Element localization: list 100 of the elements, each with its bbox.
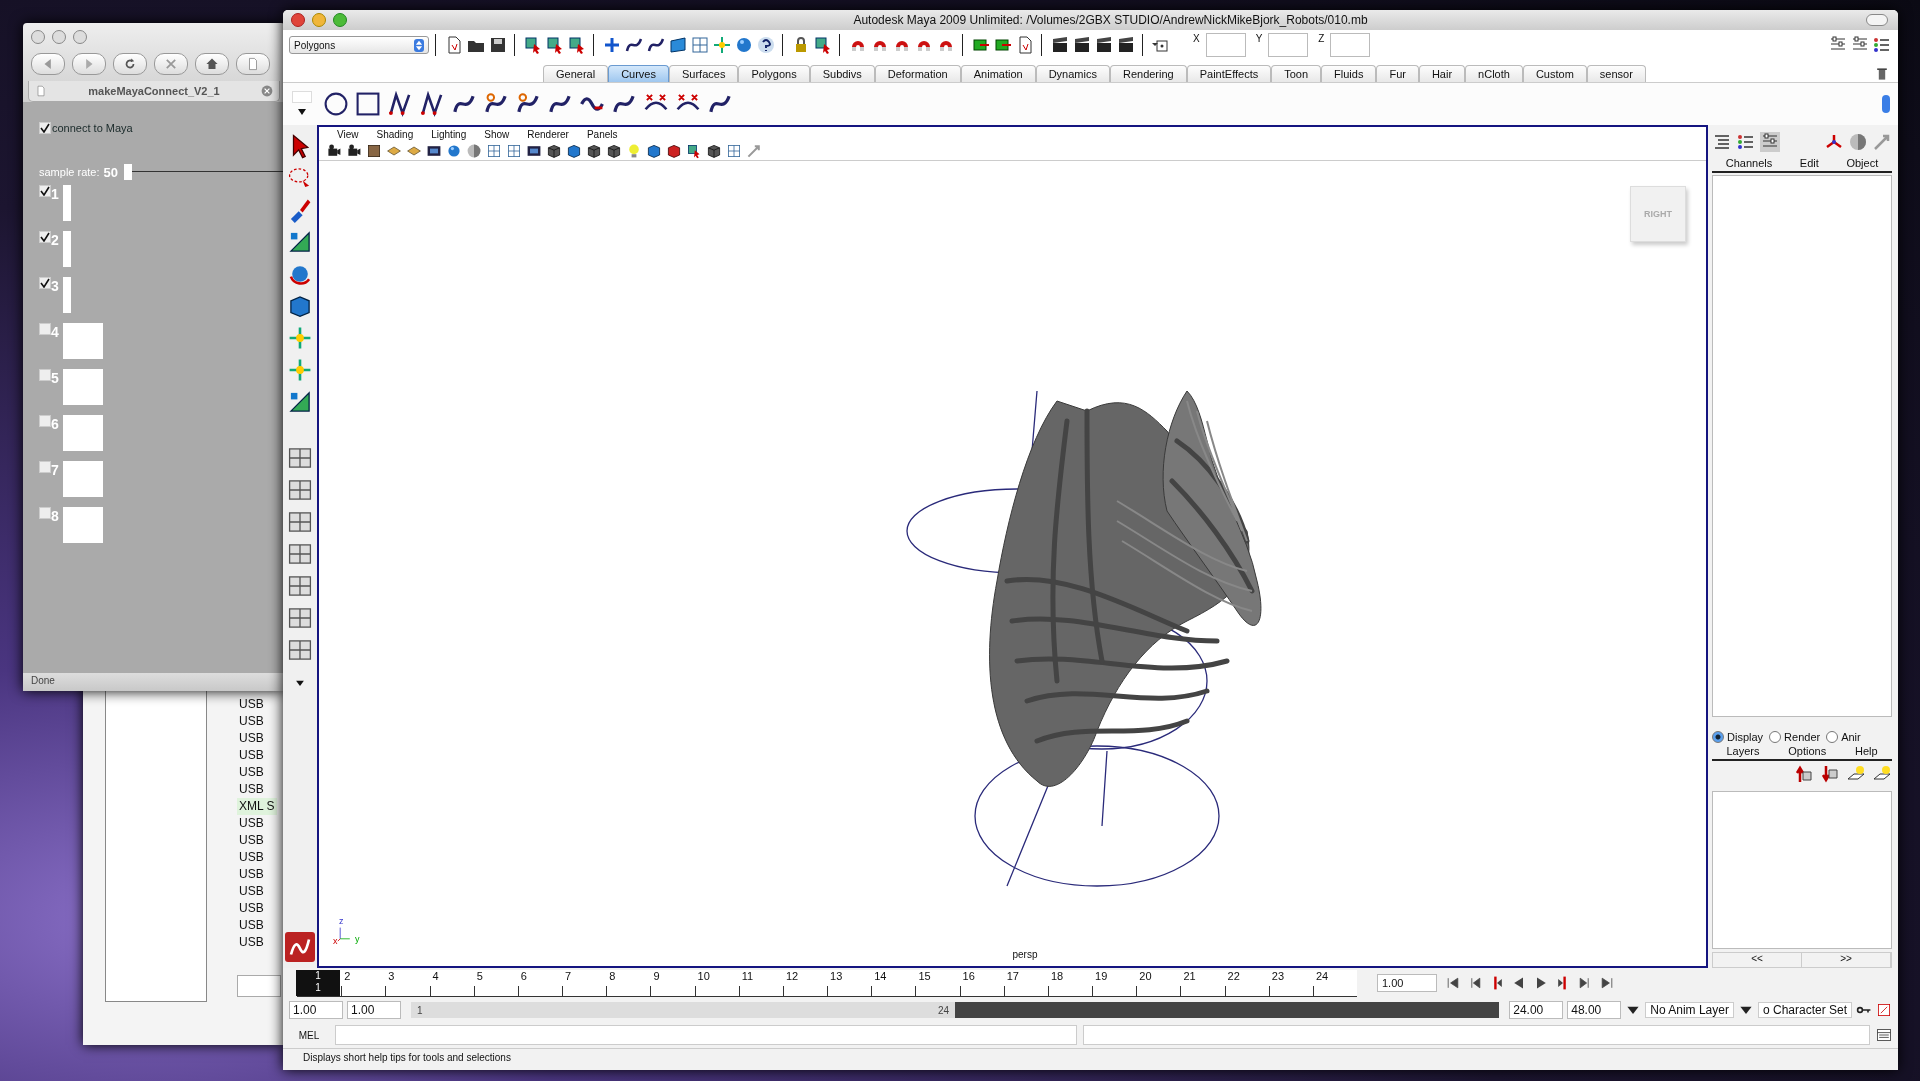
- help-icon[interactable]: [756, 35, 776, 55]
- move-icon[interactable]: [712, 35, 732, 55]
- cube-icon[interactable]: [605, 143, 623, 159]
- browser-tab[interactable]: makeMayaConnect_V2_1: [28, 81, 280, 102]
- plus-icon[interactable]: [602, 35, 622, 55]
- close-icon[interactable]: [261, 85, 273, 97]
- cv-curve-icon[interactable]: [387, 91, 413, 117]
- shelf-tab[interactable]: Dynamics: [1035, 65, 1110, 82]
- forward-button[interactable]: [72, 53, 106, 75]
- list-item[interactable]: USB: [237, 713, 266, 730]
- move-icon[interactable]: [287, 357, 313, 383]
- list-item[interactable]: USB: [237, 917, 266, 934]
- grid-icon[interactable]: [485, 143, 503, 159]
- layout-icon[interactable]: [287, 477, 313, 503]
- layer-down-icon[interactable]: [1820, 764, 1840, 784]
- shelf-tab[interactable]: Custom: [1522, 65, 1587, 82]
- page-button[interactable]: >>: [1802, 953, 1891, 967]
- shelf-tab[interactable]: Animation: [960, 65, 1036, 82]
- shelf-tab[interactable]: PaintEffects: [1186, 65, 1272, 82]
- list-item[interactable]: USB: [237, 815, 266, 832]
- menu-item[interactable]: Renderer: [527, 129, 569, 140]
- list-icon[interactable]: [1712, 132, 1732, 152]
- checkbox[interactable]: [39, 231, 51, 243]
- toolbar-toggle-button[interactable]: [1866, 14, 1888, 26]
- cube-icon[interactable]: [565, 143, 583, 159]
- cube-icon[interactable]: [705, 143, 723, 159]
- back-button[interactable]: [31, 53, 65, 75]
- range-slider[interactable]: 1 24: [411, 1002, 1500, 1018]
- go-to-start-icon[interactable]: [1445, 975, 1461, 991]
- down-arrow-icon[interactable]: [296, 107, 308, 117]
- book-icon[interactable]: [365, 143, 383, 159]
- input-field[interactable]: [1330, 33, 1371, 57]
- scrollbar[interactable]: [1882, 95, 1890, 113]
- range-slider-bar[interactable]: 1 24: [411, 1002, 956, 1018]
- anim-layer-dropdown[interactable]: No Anim Layer: [1645, 1002, 1734, 1018]
- list-item[interactable]: USB: [237, 849, 266, 866]
- checkbox[interactable]: [39, 185, 51, 197]
- cube-icon[interactable]: [585, 143, 603, 159]
- reload-button[interactable]: [113, 53, 147, 75]
- cube-icon[interactable]: [545, 143, 563, 159]
- command-input-field[interactable]: [335, 1025, 1077, 1045]
- menu-item[interactable]: Show: [484, 129, 510, 140]
- radio-button[interactable]: [1826, 731, 1839, 743]
- layout-icon[interactable]: [287, 605, 313, 631]
- menu-item[interactable]: Edit: [1799, 157, 1819, 169]
- cube-icon[interactable]: [287, 293, 313, 319]
- checkbox[interactable]: [39, 277, 51, 289]
- cube-icon[interactable]: [645, 143, 663, 159]
- shelf-tab[interactable]: Hair: [1418, 65, 1466, 82]
- grid-icon[interactable]: [725, 143, 743, 159]
- radio-button[interactable]: [1769, 731, 1782, 743]
- logo-icon[interactable]: [285, 932, 315, 962]
- time-slider[interactable]: 1 1 2 3 4 5 6 7 8 9 10 11 12 13 14 15 16 17 18 19 20 21 22 23 24: [297, 969, 1357, 997]
- layout-icon[interactable]: [287, 541, 313, 567]
- menu-item[interactable]: Layers: [1726, 745, 1760, 757]
- menu-item[interactable]: Lighting: [431, 129, 467, 140]
- checkbox[interactable]: [39, 122, 51, 134]
- list-icon[interactable]: [1736, 132, 1756, 152]
- square-icon[interactable]: [355, 91, 381, 117]
- scale-icon[interactable]: [287, 389, 313, 415]
- film-icon[interactable]: [425, 143, 443, 159]
- shelf-tab[interactable]: Curves: [608, 65, 669, 82]
- shelf-tab[interactable]: Fur: [1376, 65, 1419, 82]
- cube-icon[interactable]: [665, 143, 683, 159]
- shelf-tab[interactable]: Toon: [1271, 65, 1322, 82]
- list-item[interactable]: USB: [237, 900, 266, 917]
- console-icon[interactable]: [1876, 1027, 1892, 1043]
- input-field[interactable]: [1268, 33, 1309, 57]
- clapperboard-icon[interactable]: [1116, 35, 1136, 55]
- menu-item[interactable]: Panels: [586, 129, 618, 140]
- shelf-tab[interactable]: sensor: [1586, 65, 1646, 82]
- shelf-tab[interactable]: Surfaces: [669, 65, 739, 82]
- list-item[interactable]: USB: [237, 730, 266, 747]
- clapperboard-icon[interactable]: [1072, 35, 1092, 55]
- shelf-tab[interactable]: Subdivs: [809, 65, 875, 82]
- zoom-button[interactable]: [73, 30, 87, 44]
- home-button[interactable]: [195, 53, 229, 75]
- go-to-end-icon[interactable]: [1599, 975, 1615, 991]
- list-item[interactable]: XML S: [237, 798, 277, 815]
- character-set-dropdown[interactable]: o Character Set: [1757, 1002, 1852, 1018]
- shelf-tab[interactable]: General: [543, 65, 609, 82]
- menu-item[interactable]: View: [337, 129, 359, 140]
- playback-start-field[interactable]: 1.00: [347, 1001, 401, 1019]
- stop-button[interactable]: [154, 53, 188, 75]
- layer-up-icon[interactable]: [1794, 764, 1814, 784]
- slider-thumb[interactable]: [124, 164, 132, 180]
- input-field[interactable]: [237, 975, 281, 997]
- list-item[interactable]: USB: [237, 934, 266, 951]
- half-circle-icon[interactable]: [465, 143, 483, 159]
- zoom-button[interactable]: [333, 13, 347, 27]
- current-time-field[interactable]: 1.00: [1377, 974, 1437, 992]
- playback-end-field[interactable]: 24.00: [1509, 1001, 1564, 1019]
- list-item[interactable]: USB: [237, 832, 266, 849]
- menu-item[interactable]: Help: [1854, 745, 1878, 757]
- current-frame-marker[interactable]: 1 1: [296, 969, 340, 996]
- film-icon[interactable]: [525, 143, 543, 159]
- layout-icon[interactable]: [287, 509, 313, 535]
- shelf-tab[interactable]: Rendering: [1109, 65, 1187, 82]
- shelf-tab[interactable]: nCloth: [1465, 65, 1523, 82]
- menu-item[interactable]: Options: [1788, 745, 1827, 757]
